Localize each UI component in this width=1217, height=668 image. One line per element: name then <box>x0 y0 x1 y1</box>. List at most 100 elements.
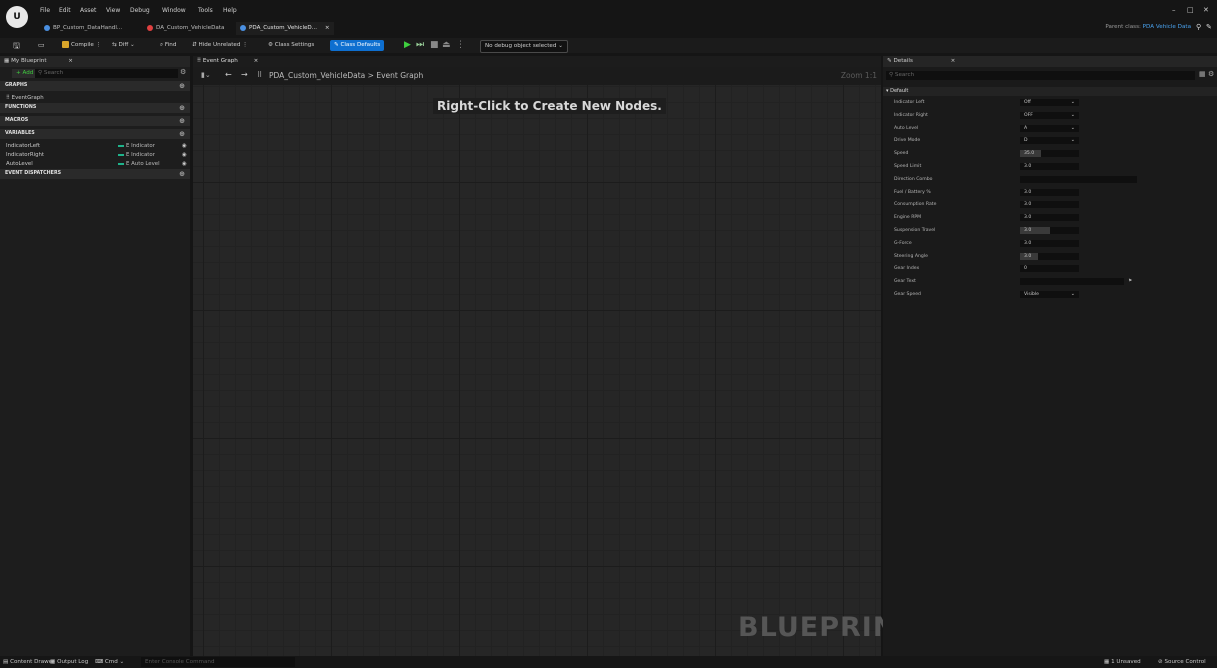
source-control-button[interactable]: ⊘ Source Control <box>1158 657 1206 667</box>
table-view-icon[interactable]: ▦ <box>1199 70 1206 78</box>
unreal-logo-icon[interactable]: U <box>6 6 28 28</box>
property-text-field[interactable]: ⚑ <box>1020 278 1132 286</box>
edit-icon[interactable]: ✎ <box>1206 23 1212 31</box>
find-button[interactable]: ⌕ Find <box>160 40 176 51</box>
section-label: EVENT DISPATCHERS <box>5 171 62 176</box>
section-event-dispatchers[interactable]: EVENT DISPATCHERS ⊕ <box>0 169 190 179</box>
class-settings-button[interactable]: ⚙ Class Settings <box>268 40 314 51</box>
maximize-button[interactable]: □ <box>1187 6 1194 14</box>
property-number-field[interactable]: 3.0 <box>1020 239 1079 247</box>
eye-icon[interactable]: ◉ <box>182 151 187 160</box>
property-dropdown[interactable]: OFF ⌄ <box>1020 111 1079 119</box>
gear-icon[interactable]: ⚙ <box>180 68 186 76</box>
variable-type[interactable]: E Indicator <box>118 151 155 160</box>
bookmark-icon[interactable]: ▮⌄ <box>201 71 211 79</box>
breadcrumb-root[interactable]: PDA_Custom_VehicleData <box>269 71 365 80</box>
tab-bp-custom-datahandler[interactable]: BP_Custom_DataHandl... <box>40 22 126 35</box>
menu-edit[interactable]: Edit <box>59 7 71 14</box>
eject-icon[interactable]: ⏏ <box>442 40 451 51</box>
class-defaults-button[interactable]: ✎ Class Defaults <box>330 40 385 51</box>
property-dropdown[interactable]: Visible ⌄ <box>1020 291 1079 298</box>
section-graphs[interactable]: GRAPHS ⊕ <box>0 81 190 91</box>
add-dispatcher-icon[interactable]: ⊕ <box>179 169 185 179</box>
variable-row[interactable]: IndicatorRight E Indicator ◉ <box>0 151 190 160</box>
close-icon[interactable]: × <box>325 25 330 31</box>
tab-da-custom-vehicledata[interactable]: DA_Custom_VehicleData <box>143 22 228 35</box>
diff-button[interactable]: ⇆ Diff ⌄ <box>112 40 135 51</box>
variable-name: IndicatorLeft <box>6 143 40 149</box>
event-graph-canvas[interactable] <box>193 56 881 656</box>
property-slider[interactable]: 3.0 <box>1020 252 1079 260</box>
more-icon[interactable]: ⋮ <box>456 40 465 51</box>
console-input[interactable]: Enter Console Command <box>141 657 295 667</box>
section-macros[interactable]: MACROS ⊕ <box>0 116 190 126</box>
property-field[interactable] <box>1020 175 1137 183</box>
stop-icon[interactable]: ■ <box>430 40 439 51</box>
add-function-icon[interactable]: ⊕ <box>179 103 185 113</box>
menu-window[interactable]: Window <box>162 7 186 14</box>
dropdown-value: OFF <box>1024 112 1033 118</box>
property-number-field[interactable]: 3.0 <box>1020 214 1079 222</box>
close-icon[interactable]: × <box>68 58 73 64</box>
property-slider[interactable]: 35.0 <box>1020 150 1079 158</box>
menu-debug[interactable]: Debug <box>130 7 150 14</box>
forward-arrow-icon[interactable]: → <box>241 70 248 79</box>
menu-help[interactable]: Help <box>223 7 237 14</box>
property-number-field[interactable]: 0 <box>1020 265 1079 273</box>
save-icon[interactable]: 🖫 <box>13 40 20 51</box>
search-input[interactable]: ⚲ Search <box>35 69 178 78</box>
hide-unrelated-button[interactable]: ⇵ Hide Unrelated ⋮ <box>192 40 248 51</box>
variable-type[interactable]: E Auto Level <box>118 160 160 169</box>
property-number-field[interactable]: 3.0 <box>1020 188 1079 196</box>
eye-icon[interactable]: ◉ <box>182 142 187 151</box>
property-slider[interactable]: 3.0 <box>1020 227 1079 234</box>
close-icon[interactable]: × <box>951 58 956 64</box>
add-variable-icon[interactable]: ⊕ <box>179 129 185 139</box>
tab-my-blueprint[interactable]: ▦ My Blueprint × <box>0 56 190 67</box>
cmd-button[interactable]: ⌨ Cmd ⌄ <box>95 657 124 667</box>
property-number-field[interactable]: 3.0 <box>1020 163 1079 170</box>
close-icon[interactable]: × <box>254 58 259 64</box>
parent-class-value[interactable]: PDA Vehicle Data <box>1143 24 1191 30</box>
add-macro-icon[interactable]: ⊕ <box>179 116 185 126</box>
section-label: MACROS <box>5 118 29 123</box>
property-number-field[interactable]: 3.0 <box>1020 201 1079 209</box>
output-log-button[interactable]: ▦ Output Log <box>50 657 88 667</box>
flag-icon[interactable]: ⚑ <box>1128 278 1132 285</box>
minimize-button[interactable]: – <box>1172 6 1176 14</box>
menu-tools[interactable]: Tools <box>198 7 213 14</box>
step-icon[interactable]: ⏭ <box>416 40 424 51</box>
eye-icon[interactable]: ◉ <box>182 160 187 169</box>
property-dropdown[interactable]: Off ⌄ <box>1020 99 1079 106</box>
graph-item-eventgraph[interactable]: ⠿ EventGraph <box>0 94 190 103</box>
add-button[interactable]: + Add <box>12 69 38 78</box>
tab-pda-custom-vehicledata[interactable]: PDA_Custom_VehicleD... × <box>236 22 334 35</box>
compile-button[interactable]: Compile ⋮ <box>62 40 101 51</box>
search-icon[interactable]: ⚲ <box>1196 23 1201 31</box>
variable-type[interactable]: E Indicator <box>118 142 155 151</box>
menu-asset[interactable]: Asset <box>80 7 96 14</box>
property-row: Engine RPM 3.0 <box>883 213 1217 223</box>
content-drawer-button[interactable]: ▤ Content Drawer <box>3 657 54 667</box>
add-graph-icon[interactable]: ⊕ <box>179 81 185 91</box>
section-functions[interactable]: FUNCTIONS ⊕ <box>0 103 190 113</box>
back-arrow-icon[interactable]: ← <box>225 70 232 79</box>
play-icon[interactable]: ▶ <box>404 40 411 51</box>
tab-details[interactable]: ✎ Details × <box>883 56 1217 67</box>
details-search-input[interactable]: ⚲ Search <box>886 71 1195 80</box>
section-variables[interactable]: VARIABLES ⊕ <box>0 129 190 139</box>
variable-row[interactable]: IndicatorLeft E Indicator ◉ <box>0 142 190 151</box>
menu-view[interactable]: View <box>106 7 120 14</box>
category-default[interactable]: ▾ Default <box>883 87 1217 96</box>
gear-icon[interactable]: ⚙ <box>1208 70 1214 78</box>
menu-file[interactable]: File <box>40 7 50 14</box>
browse-icon[interactable]: ▭ <box>38 40 45 51</box>
variable-row[interactable]: AutoLevel E Auto Level ◉ <box>0 160 190 169</box>
property-dropdown[interactable]: D ⌄ <box>1020 137 1079 145</box>
dropdown-value: Visible <box>1024 292 1040 297</box>
tab-event-graph[interactable]: ⠿ Event Graph × <box>197 58 258 64</box>
property-dropdown[interactable]: A ⌄ <box>1020 124 1079 132</box>
close-window-button[interactable]: ✕ <box>1203 6 1209 14</box>
debug-object-select[interactable]: No debug object selected ⌄ <box>480 40 568 53</box>
unsaved-indicator[interactable]: ▦ 1 Unsaved <box>1104 657 1141 667</box>
